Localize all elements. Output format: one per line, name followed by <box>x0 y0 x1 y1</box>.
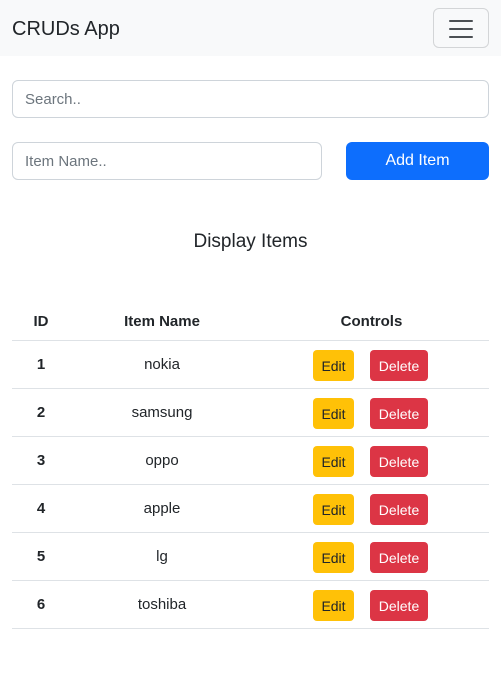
row-id: 3 <box>36 452 46 469</box>
row-item-name: toshiba <box>137 596 187 613</box>
edit-button[interactable]: Edit <box>313 542 354 573</box>
table-row: 6 toshiba Edit Delete <box>12 581 489 629</box>
item-name-input[interactable] <box>12 142 322 180</box>
table-row: 1 nokia Edit Delete <box>12 341 489 389</box>
row-item-name: nokia <box>144 356 180 373</box>
delete-button[interactable]: Delete <box>370 590 428 621</box>
header-item-name: Item Name <box>124 312 200 330</box>
row-item-name: oppo <box>145 452 179 469</box>
delete-button[interactable]: Delete <box>370 350 428 381</box>
row-item-name: lg <box>156 548 168 565</box>
items-table: ID Item Name Controls 1 nokia Edit Delete 2 s… <box>12 302 489 629</box>
edit-button[interactable]: Edit <box>313 590 354 621</box>
table-header-row: ID Item Name Controls <box>12 302 489 341</box>
header-controls: Controls <box>340 312 403 330</box>
edit-button[interactable]: Edit <box>313 350 354 381</box>
delete-button[interactable]: Delete <box>370 542 428 573</box>
row-item-name: apple <box>143 500 181 517</box>
row-id: 5 <box>36 548 46 565</box>
table-row: 2 samsung Edit Delete <box>12 389 489 437</box>
delete-button[interactable]: Delete <box>370 494 428 525</box>
table-body: 1 nokia Edit Delete 2 samsung Edit Delete 3 oppo E… <box>12 341 489 629</box>
edit-button[interactable]: Edit <box>313 398 354 429</box>
navbar-toggle-button[interactable] <box>433 8 489 48</box>
section-title: Display Items <box>193 231 308 252</box>
row-id: 4 <box>36 500 46 517</box>
row-id: 2 <box>36 404 46 421</box>
table-row: 4 apple Edit Delete <box>12 485 489 533</box>
search-input[interactable] <box>12 80 489 118</box>
row-id: 6 <box>36 596 46 613</box>
add-item-button[interactable]: Add Item <box>346 142 489 180</box>
edit-button[interactable]: Edit <box>313 446 354 477</box>
row-id: 1 <box>36 356 46 373</box>
navbar: CRUDs App <box>0 0 501 56</box>
brand-title[interactable]: CRUDs App <box>12 16 120 42</box>
delete-button[interactable]: Delete <box>370 398 428 429</box>
header-id: ID <box>33 312 49 330</box>
table-row: 3 oppo Edit Delete <box>12 437 489 485</box>
row-item-name: samsung <box>131 404 193 421</box>
delete-button[interactable]: Delete <box>370 446 428 477</box>
table-row: 5 lg Edit Delete <box>12 533 489 581</box>
edit-button[interactable]: Edit <box>313 494 354 525</box>
